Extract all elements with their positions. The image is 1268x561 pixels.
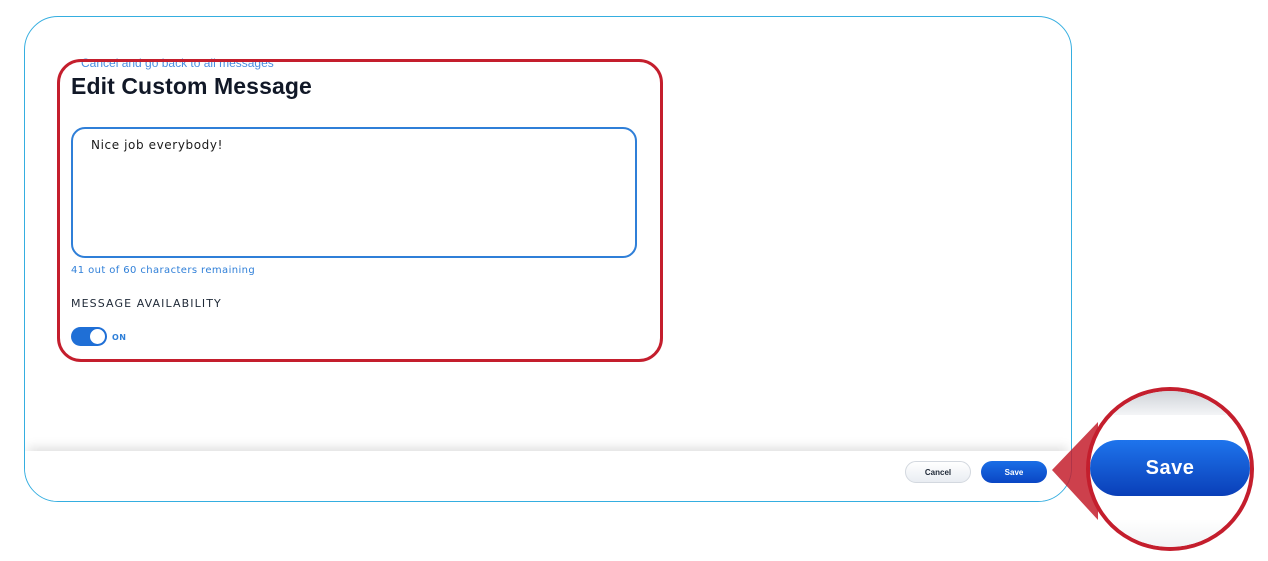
back-to-messages-link[interactable]: Cancel and go back to all messages <box>81 56 274 70</box>
toggle-knob <box>90 329 105 344</box>
zoom-footer-bottom <box>1090 519 1250 547</box>
save-zoom-callout: Save <box>1086 387 1254 551</box>
message-input[interactable] <box>71 127 637 258</box>
cancel-button[interactable]: Cancel <box>905 461 971 483</box>
zoomed-save-button: Save <box>1090 440 1250 496</box>
character-counter: 41 out of 60 characters remaining <box>71 265 256 276</box>
zoom-footer-shadow <box>1090 391 1250 415</box>
availability-toggle[interactable] <box>71 327 107 346</box>
footer-bar: Cancel Save <box>25 451 1071 501</box>
save-button[interactable]: Save <box>981 461 1047 483</box>
availability-heading: MESSAGE AVAILABILITY <box>71 297 222 310</box>
screenshot-stage: Cancel and go back to all messages Edit … <box>0 0 1268 561</box>
toggle-state-label: ON <box>112 333 127 342</box>
edit-message-panel: Cancel and go back to all messages Edit … <box>24 16 1072 502</box>
page-title: Edit Custom Message <box>71 73 312 99</box>
